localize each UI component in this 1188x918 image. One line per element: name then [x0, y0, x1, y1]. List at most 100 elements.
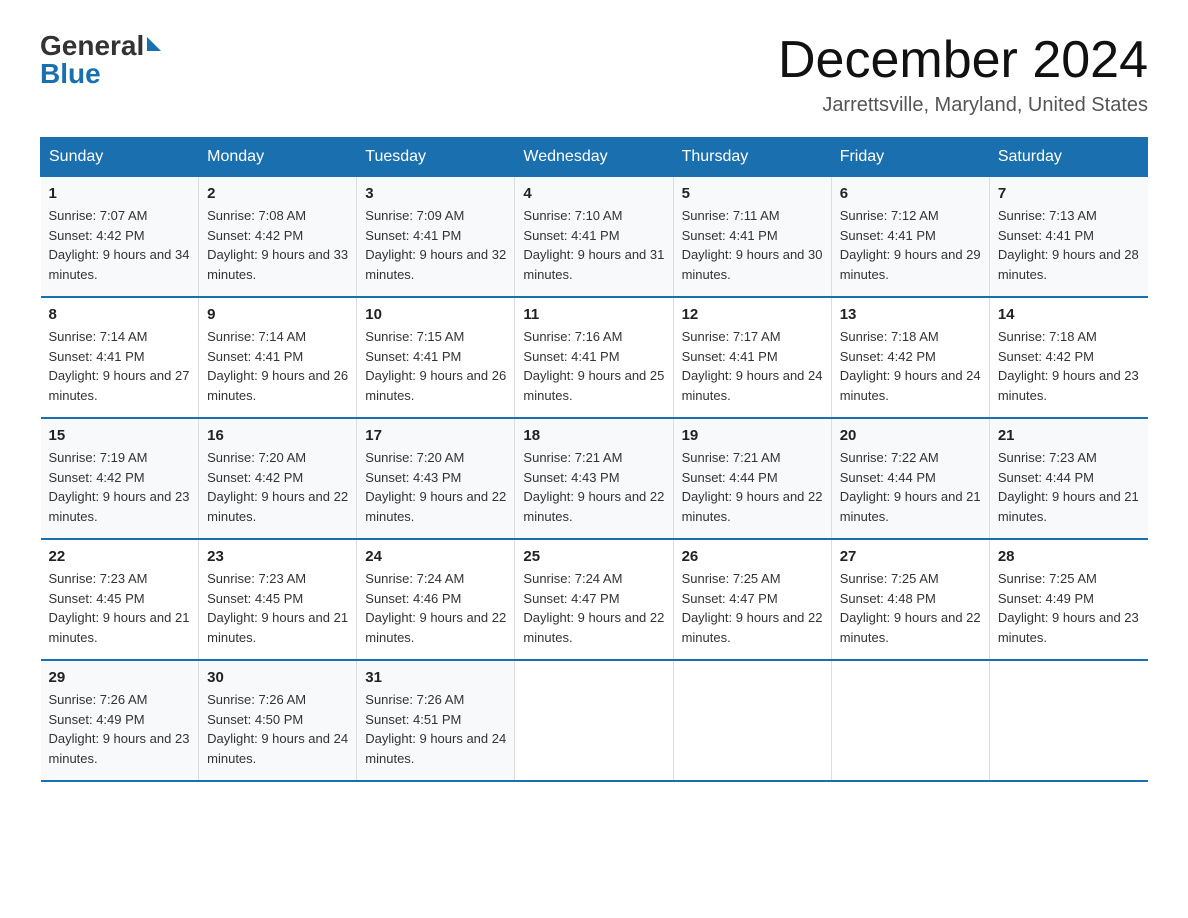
day-number: 19	[682, 427, 823, 444]
day-info: Sunrise: 7:23 AMSunset: 4:45 PMDaylight:…	[49, 571, 190, 645]
day-number: 3	[365, 185, 506, 202]
table-row: 17 Sunrise: 7:20 AMSunset: 4:43 PMDaylig…	[357, 418, 515, 539]
day-info: Sunrise: 7:14 AMSunset: 4:41 PMDaylight:…	[49, 329, 190, 403]
table-row	[989, 660, 1147, 781]
day-number: 17	[365, 427, 506, 444]
table-row: 11 Sunrise: 7:16 AMSunset: 4:41 PMDaylig…	[515, 297, 673, 418]
calendar-header-row: Sunday Monday Tuesday Wednesday Thursday…	[41, 138, 1148, 177]
day-info: Sunrise: 7:17 AMSunset: 4:41 PMDaylight:…	[682, 329, 823, 403]
day-number: 18	[523, 427, 664, 444]
calendar-week-row: 29 Sunrise: 7:26 AMSunset: 4:49 PMDaylig…	[41, 660, 1148, 781]
calendar-week-row: 22 Sunrise: 7:23 AMSunset: 4:45 PMDaylig…	[41, 539, 1148, 660]
logo-blue-text: Blue	[40, 58, 101, 90]
table-row: 25 Sunrise: 7:24 AMSunset: 4:47 PMDaylig…	[515, 539, 673, 660]
day-number: 31	[365, 669, 506, 686]
table-row: 19 Sunrise: 7:21 AMSunset: 4:44 PMDaylig…	[673, 418, 831, 539]
day-number: 14	[998, 306, 1140, 323]
day-info: Sunrise: 7:18 AMSunset: 4:42 PMDaylight:…	[998, 329, 1139, 403]
day-info: Sunrise: 7:24 AMSunset: 4:47 PMDaylight:…	[523, 571, 664, 645]
day-info: Sunrise: 7:21 AMSunset: 4:43 PMDaylight:…	[523, 450, 664, 524]
table-row: 13 Sunrise: 7:18 AMSunset: 4:42 PMDaylig…	[831, 297, 989, 418]
day-number: 12	[682, 306, 823, 323]
day-info: Sunrise: 7:21 AMSunset: 4:44 PMDaylight:…	[682, 450, 823, 524]
day-info: Sunrise: 7:26 AMSunset: 4:49 PMDaylight:…	[49, 692, 190, 766]
table-row: 4 Sunrise: 7:10 AMSunset: 4:41 PMDayligh…	[515, 177, 673, 298]
col-saturday: Saturday	[989, 138, 1147, 177]
table-row: 9 Sunrise: 7:14 AMSunset: 4:41 PMDayligh…	[199, 297, 357, 418]
day-info: Sunrise: 7:15 AMSunset: 4:41 PMDaylight:…	[365, 329, 506, 403]
logo: General Blue	[40, 30, 161, 90]
day-number: 8	[49, 306, 191, 323]
day-info: Sunrise: 7:16 AMSunset: 4:41 PMDaylight:…	[523, 329, 664, 403]
day-number: 15	[49, 427, 191, 444]
day-number: 4	[523, 185, 664, 202]
table-row	[673, 660, 831, 781]
table-row	[831, 660, 989, 781]
day-number: 13	[840, 306, 981, 323]
table-row: 28 Sunrise: 7:25 AMSunset: 4:49 PMDaylig…	[989, 539, 1147, 660]
table-row: 15 Sunrise: 7:19 AMSunset: 4:42 PMDaylig…	[41, 418, 199, 539]
day-info: Sunrise: 7:20 AMSunset: 4:42 PMDaylight:…	[207, 450, 348, 524]
day-number: 28	[998, 548, 1140, 565]
day-number: 24	[365, 548, 506, 565]
table-row: 14 Sunrise: 7:18 AMSunset: 4:42 PMDaylig…	[989, 297, 1147, 418]
day-info: Sunrise: 7:23 AMSunset: 4:44 PMDaylight:…	[998, 450, 1139, 524]
title-block: December 2024 Jarrettsville, Maryland, U…	[778, 30, 1148, 117]
calendar-subtitle: Jarrettsville, Maryland, United States	[778, 94, 1148, 117]
day-info: Sunrise: 7:19 AMSunset: 4:42 PMDaylight:…	[49, 450, 190, 524]
table-row: 8 Sunrise: 7:14 AMSunset: 4:41 PMDayligh…	[41, 297, 199, 418]
day-number: 26	[682, 548, 823, 565]
day-info: Sunrise: 7:09 AMSunset: 4:41 PMDaylight:…	[365, 208, 506, 282]
col-thursday: Thursday	[673, 138, 831, 177]
day-number: 9	[207, 306, 348, 323]
table-row: 1 Sunrise: 7:07 AMSunset: 4:42 PMDayligh…	[41, 177, 199, 298]
day-info: Sunrise: 7:11 AMSunset: 4:41 PMDaylight:…	[682, 208, 823, 282]
day-number: 2	[207, 185, 348, 202]
day-number: 6	[840, 185, 981, 202]
col-wednesday: Wednesday	[515, 138, 673, 177]
day-number: 21	[998, 427, 1140, 444]
day-info: Sunrise: 7:20 AMSunset: 4:43 PMDaylight:…	[365, 450, 506, 524]
day-number: 27	[840, 548, 981, 565]
table-row: 23 Sunrise: 7:23 AMSunset: 4:45 PMDaylig…	[199, 539, 357, 660]
day-number: 20	[840, 427, 981, 444]
day-number: 16	[207, 427, 348, 444]
col-tuesday: Tuesday	[357, 138, 515, 177]
day-info: Sunrise: 7:13 AMSunset: 4:41 PMDaylight:…	[998, 208, 1139, 282]
day-info: Sunrise: 7:23 AMSunset: 4:45 PMDaylight:…	[207, 571, 348, 645]
table-row: 2 Sunrise: 7:08 AMSunset: 4:42 PMDayligh…	[199, 177, 357, 298]
calendar-week-row: 15 Sunrise: 7:19 AMSunset: 4:42 PMDaylig…	[41, 418, 1148, 539]
day-info: Sunrise: 7:25 AMSunset: 4:47 PMDaylight:…	[682, 571, 823, 645]
day-info: Sunrise: 7:25 AMSunset: 4:49 PMDaylight:…	[998, 571, 1139, 645]
day-info: Sunrise: 7:26 AMSunset: 4:50 PMDaylight:…	[207, 692, 348, 766]
day-number: 29	[49, 669, 191, 686]
day-number: 30	[207, 669, 348, 686]
table-row: 5 Sunrise: 7:11 AMSunset: 4:41 PMDayligh…	[673, 177, 831, 298]
calendar-week-row: 1 Sunrise: 7:07 AMSunset: 4:42 PMDayligh…	[41, 177, 1148, 298]
table-row: 16 Sunrise: 7:20 AMSunset: 4:42 PMDaylig…	[199, 418, 357, 539]
table-row: 18 Sunrise: 7:21 AMSunset: 4:43 PMDaylig…	[515, 418, 673, 539]
table-row: 3 Sunrise: 7:09 AMSunset: 4:41 PMDayligh…	[357, 177, 515, 298]
day-info: Sunrise: 7:24 AMSunset: 4:46 PMDaylight:…	[365, 571, 506, 645]
table-row: 7 Sunrise: 7:13 AMSunset: 4:41 PMDayligh…	[989, 177, 1147, 298]
table-row: 29 Sunrise: 7:26 AMSunset: 4:49 PMDaylig…	[41, 660, 199, 781]
table-row	[515, 660, 673, 781]
table-row: 21 Sunrise: 7:23 AMSunset: 4:44 PMDaylig…	[989, 418, 1147, 539]
table-row: 22 Sunrise: 7:23 AMSunset: 4:45 PMDaylig…	[41, 539, 199, 660]
day-info: Sunrise: 7:07 AMSunset: 4:42 PMDaylight:…	[49, 208, 190, 282]
table-row: 27 Sunrise: 7:25 AMSunset: 4:48 PMDaylig…	[831, 539, 989, 660]
day-number: 22	[49, 548, 191, 565]
table-row: 24 Sunrise: 7:24 AMSunset: 4:46 PMDaylig…	[357, 539, 515, 660]
day-number: 5	[682, 185, 823, 202]
table-row: 20 Sunrise: 7:22 AMSunset: 4:44 PMDaylig…	[831, 418, 989, 539]
table-row: 6 Sunrise: 7:12 AMSunset: 4:41 PMDayligh…	[831, 177, 989, 298]
day-info: Sunrise: 7:25 AMSunset: 4:48 PMDaylight:…	[840, 571, 981, 645]
day-info: Sunrise: 7:18 AMSunset: 4:42 PMDaylight:…	[840, 329, 981, 403]
calendar-title: December 2024	[778, 30, 1148, 90]
day-number: 25	[523, 548, 664, 565]
table-row: 12 Sunrise: 7:17 AMSunset: 4:41 PMDaylig…	[673, 297, 831, 418]
day-number: 11	[523, 306, 664, 323]
day-number: 1	[49, 185, 191, 202]
day-number: 7	[998, 185, 1140, 202]
day-info: Sunrise: 7:22 AMSunset: 4:44 PMDaylight:…	[840, 450, 981, 524]
